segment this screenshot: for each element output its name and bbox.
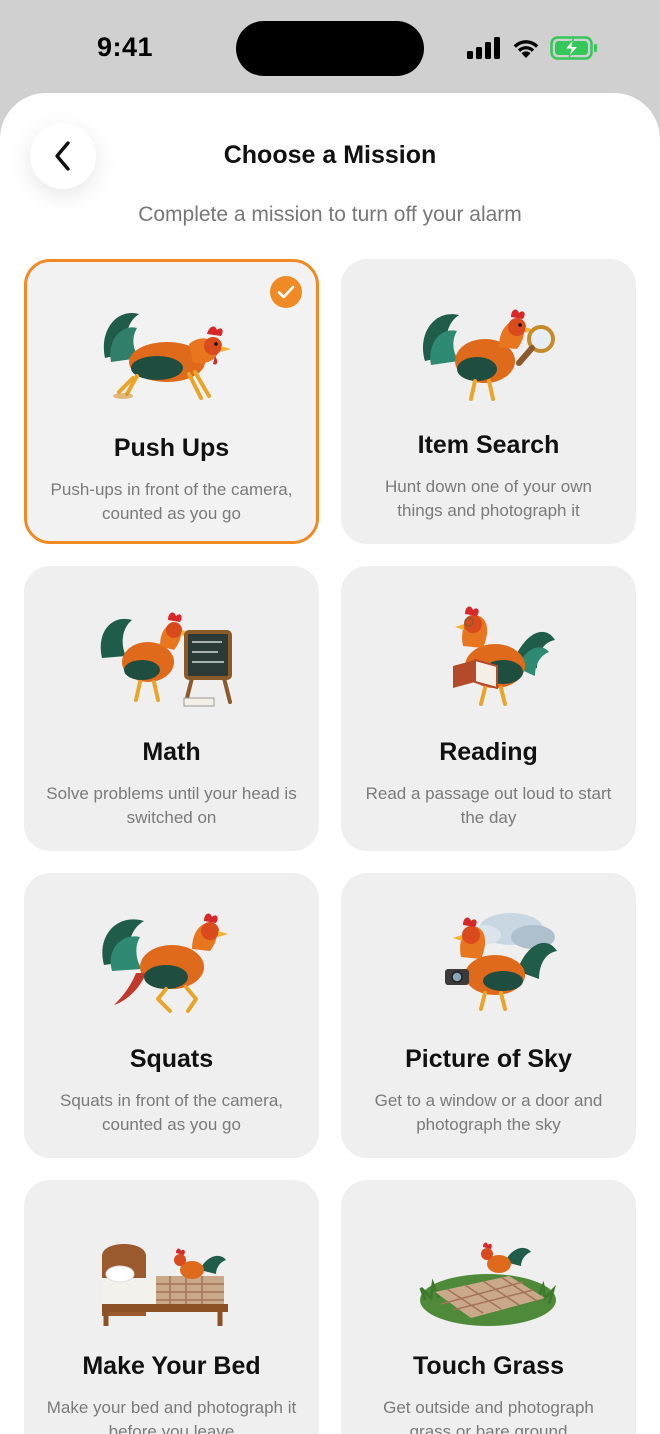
mission-card-picture-of-sky[interactable]: Picture of Sky Get to a window or a door… [341, 873, 636, 1158]
mission-description: Solve problems until your head is switch… [46, 784, 297, 827]
rooster-squat-illustration [102, 913, 228, 1013]
rooster-bed-illustration [102, 1244, 228, 1326]
mission-card-push-ups[interactable]: Push Ups Push-ups in front of the camera… [24, 259, 319, 544]
status-time: 9:41 [97, 32, 154, 62]
mission-card-make-your-bed[interactable]: Make Your Bed Make your bed and photogra… [24, 1180, 319, 1434]
rooster-camera-sky-illustration [445, 913, 557, 1011]
selected-check-icon [270, 276, 302, 308]
mission-card-math[interactable]: Math Solve problems until your head is s… [24, 566, 319, 851]
mission-sheet: Choose a Mission Complete a mission to t… [0, 93, 660, 1434]
mission-title: Touch Grass [413, 1352, 564, 1380]
mission-card-reading[interactable]: Reading Read a passage out loud to start… [341, 566, 636, 851]
mission-description: Push-ups in front of the camera, counted… [50, 480, 293, 523]
dynamic-island [236, 21, 424, 76]
mission-card-touch-grass[interactable]: Touch Grass Get outside and photograph g… [341, 1180, 636, 1434]
mission-title: Item Search [417, 431, 560, 459]
mission-description: Read a passage out loud to start the day [365, 784, 612, 827]
cellular-signal-icon [467, 37, 500, 59]
mission-description: Get to a window or a door and photograph… [374, 1091, 603, 1134]
mission-title: Reading [439, 738, 538, 766]
page-subtitle: Complete a mission to turn off your alar… [138, 203, 522, 226]
mission-title: Make Your Bed [82, 1352, 261, 1380]
mission-description: Make your bed and photograph it before y… [46, 1398, 297, 1434]
status-bar: 9:41 [0, 0, 660, 96]
mission-title: Push Ups [113, 434, 230, 462]
rooster-chalkboard-illustration [100, 612, 232, 707]
status-icons [466, 34, 598, 62]
rooster-book-illustration [453, 606, 555, 706]
mission-description: Hunt down one of your own things and pho… [385, 477, 592, 520]
mission-title: Squats [129, 1045, 214, 1073]
mission-title: Math [142, 738, 201, 766]
mission-description: Get outside and photograph grass or bare… [383, 1398, 594, 1434]
rooster-pushup-illustration [103, 313, 231, 400]
mission-description: Squats in front of the camera, counted a… [59, 1091, 283, 1134]
mission-card-squats[interactable]: Squats Squats in front of the camera, co… [24, 873, 319, 1158]
mission-title: Picture of Sky [405, 1045, 572, 1073]
page-title: Choose a Mission [223, 141, 437, 169]
wifi-icon [513, 40, 539, 58]
rooster-magnifier-illustration [423, 309, 555, 401]
battery-charging-icon [550, 36, 597, 60]
mission-card-item-search[interactable]: Item Search Hunt down one of your own th… [341, 259, 636, 544]
rooster-grass-illustration [419, 1242, 557, 1326]
